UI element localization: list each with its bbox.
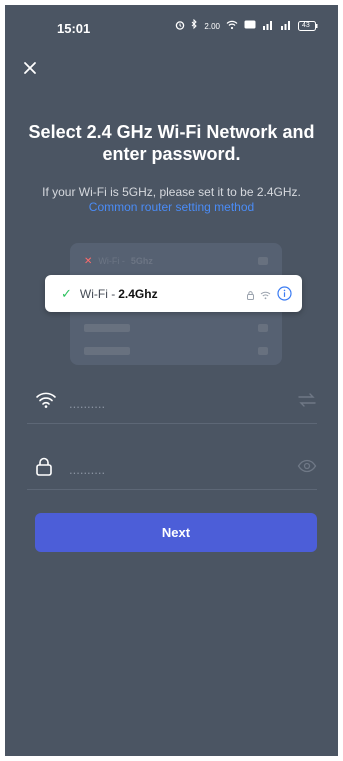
data-speed-icon: 2.00 [204,21,220,31]
next-button[interactable]: Next [35,513,317,552]
wifi-ssid-input[interactable] [67,391,291,415]
page-title: Select 2.4 GHz Wi-Fi Network and enter p… [28,122,315,164]
info-icon [277,286,292,306]
wifi-password-row [27,451,317,490]
eye-icon[interactable] [297,459,317,478]
lock-icon [247,287,254,305]
checkmark-icon: ✓ [61,285,72,301]
status-time: 15:01 [57,21,91,36]
card-icons [247,286,292,306]
wifi-status-icon [226,20,238,33]
switch-network-icon[interactable] [297,393,317,412]
cross-icon: ✕ [84,255,93,267]
wifi-icon [260,287,271,305]
illustration-wrong-label: Wi-Fi - [98,256,125,266]
router-setting-link[interactable]: Common router setting method [89,200,254,214]
app-screen: 15:01 2.00 43 Select 2.4 GHz Wi-Fi Netwo… [5,5,338,756]
volte-icon [244,20,256,32]
subtitle-text: If your Wi-Fi is 5GHz, please set it to … [42,185,301,199]
signal-icon [280,20,292,33]
illustration-row-5ghz: ✕ Wi-Fi - 5Ghz [84,255,268,267]
illustration-right-band: 2.4Ghz [118,286,158,301]
illustration-row-placeholder [84,323,268,333]
lock-icon [35,457,53,482]
illustration-wrong-band: 5Ghz [130,256,153,266]
placeholder-bar [84,324,130,332]
placeholder-bar [84,347,130,355]
wifi-password-input[interactable] [67,457,291,481]
close-icon[interactable] [19,57,41,79]
wifi-network-row [27,385,317,424]
illustration-right-label: Wi-Fi - [79,286,116,301]
wifi-icon [258,347,268,355]
alarm-icon [175,20,185,33]
status-bar: 15:01 2.00 43 [5,5,338,49]
illustration-row-2ghz: ✓ Wi-Fi - 2.4Ghz [45,275,302,312]
signal-icon [262,20,274,33]
status-icons: 2.00 43 [175,18,318,33]
close-button[interactable] [19,57,41,79]
battery-level: 43 [302,22,310,29]
battery-icon: 43 [298,21,318,31]
wifi-icon [35,391,57,414]
illustration-row-placeholder [84,346,268,356]
wifi-icon [258,324,268,332]
wifi-icon [258,257,268,265]
page-subtitle: If your Wi-Fi is 5GHz, please set it to … [29,185,314,215]
bluetooth-icon [191,18,198,33]
